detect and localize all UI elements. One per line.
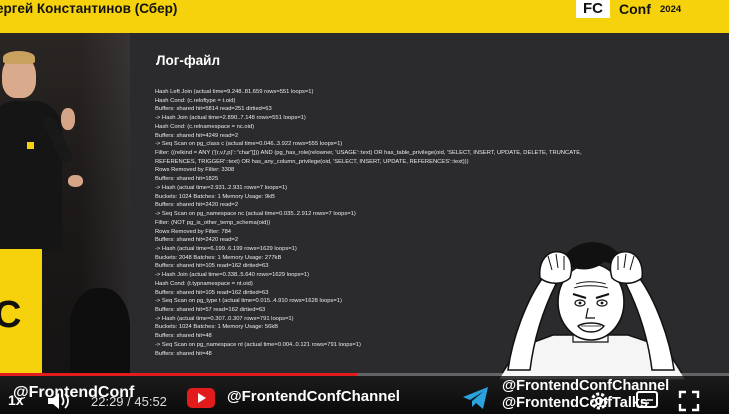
speaker-hand-left — [68, 175, 83, 187]
telegram-icon — [463, 387, 488, 409]
stage-video: C — [0, 33, 130, 373]
log-line: -> Hash (actual time=2.931..2.931 rows=7… — [155, 184, 288, 191]
log-line: Filter: ((relkind = ANY ('{r,v,f,p}'::"c… — [155, 150, 582, 157]
telegram-talks-handle: @FrontendConfTalks — [502, 395, 648, 411]
facepalm-meme-icon — [497, 242, 687, 380]
settings-icon[interactable] — [588, 390, 610, 412]
log-line: -> Hash Join (actual time=2.890..7.148 r… — [155, 115, 306, 122]
youtube-icon — [187, 388, 215, 408]
lectern-letter: C — [0, 294, 22, 336]
log-line: Buffers: shared hit=4249 read=2 — [155, 132, 239, 139]
youtube-channel-handle: @FrontendConfChannel — [227, 388, 400, 405]
top-banner: ергей Константинов (Сбер) FC Conf 2024 — [0, 0, 729, 33]
log-line: Filter: (NOT pg_is_other_temp_schema(oid… — [155, 219, 271, 226]
time-display: 22:29 / 45:52 — [91, 394, 167, 409]
fc-logo-icon: FC — [576, 0, 610, 18]
slide-title: Лог-файл — [156, 53, 221, 68]
log-line: -> Seq Scan on pg_class c (actual time=0… — [155, 141, 343, 148]
log-line: Buffers: shared hit=1825 — [155, 176, 219, 183]
log-line: Hash Left Join (actual time=9.248..81.65… — [155, 89, 314, 95]
log-line: Buffers: shared hit=5814 read=251 dirtie… — [155, 106, 272, 113]
log-line: -> Seq Scan on pg_namespace nc (actual t… — [155, 211, 356, 218]
speaker-name: ергей Константинов (Сбер) — [0, 1, 178, 16]
log-line: Buckets: 1024 Batches: 1 Memory Usage: 9… — [155, 193, 275, 200]
speaker-badge — [27, 142, 34, 149]
speaker-hand — [61, 108, 75, 130]
subtitles-icon[interactable] — [636, 390, 658, 410]
fullscreen-icon[interactable] — [678, 390, 700, 412]
log-line: REFERENCES, TRIGGER'::text) OR has_any_c… — [155, 158, 469, 165]
audience-silhouette — [70, 288, 130, 373]
log-line: Hash Cond: (c.reloftype = t.oid) — [155, 97, 236, 104]
log-line: Buffers: shared hit=2420 read=2 — [155, 202, 239, 209]
logo-year: 2024 — [660, 4, 682, 15]
logo-conf-text: Conf — [619, 1, 651, 17]
speaker-hair — [3, 51, 35, 64]
log-line: Rows Removed by Filter: 3308 — [155, 167, 235, 174]
player-controls: 1x @FrontendConf 22:29 / 45:52 @Frontend… — [0, 376, 729, 414]
log-line: Hash Cond: (c.relnamespace = nc.oid) — [155, 123, 255, 130]
